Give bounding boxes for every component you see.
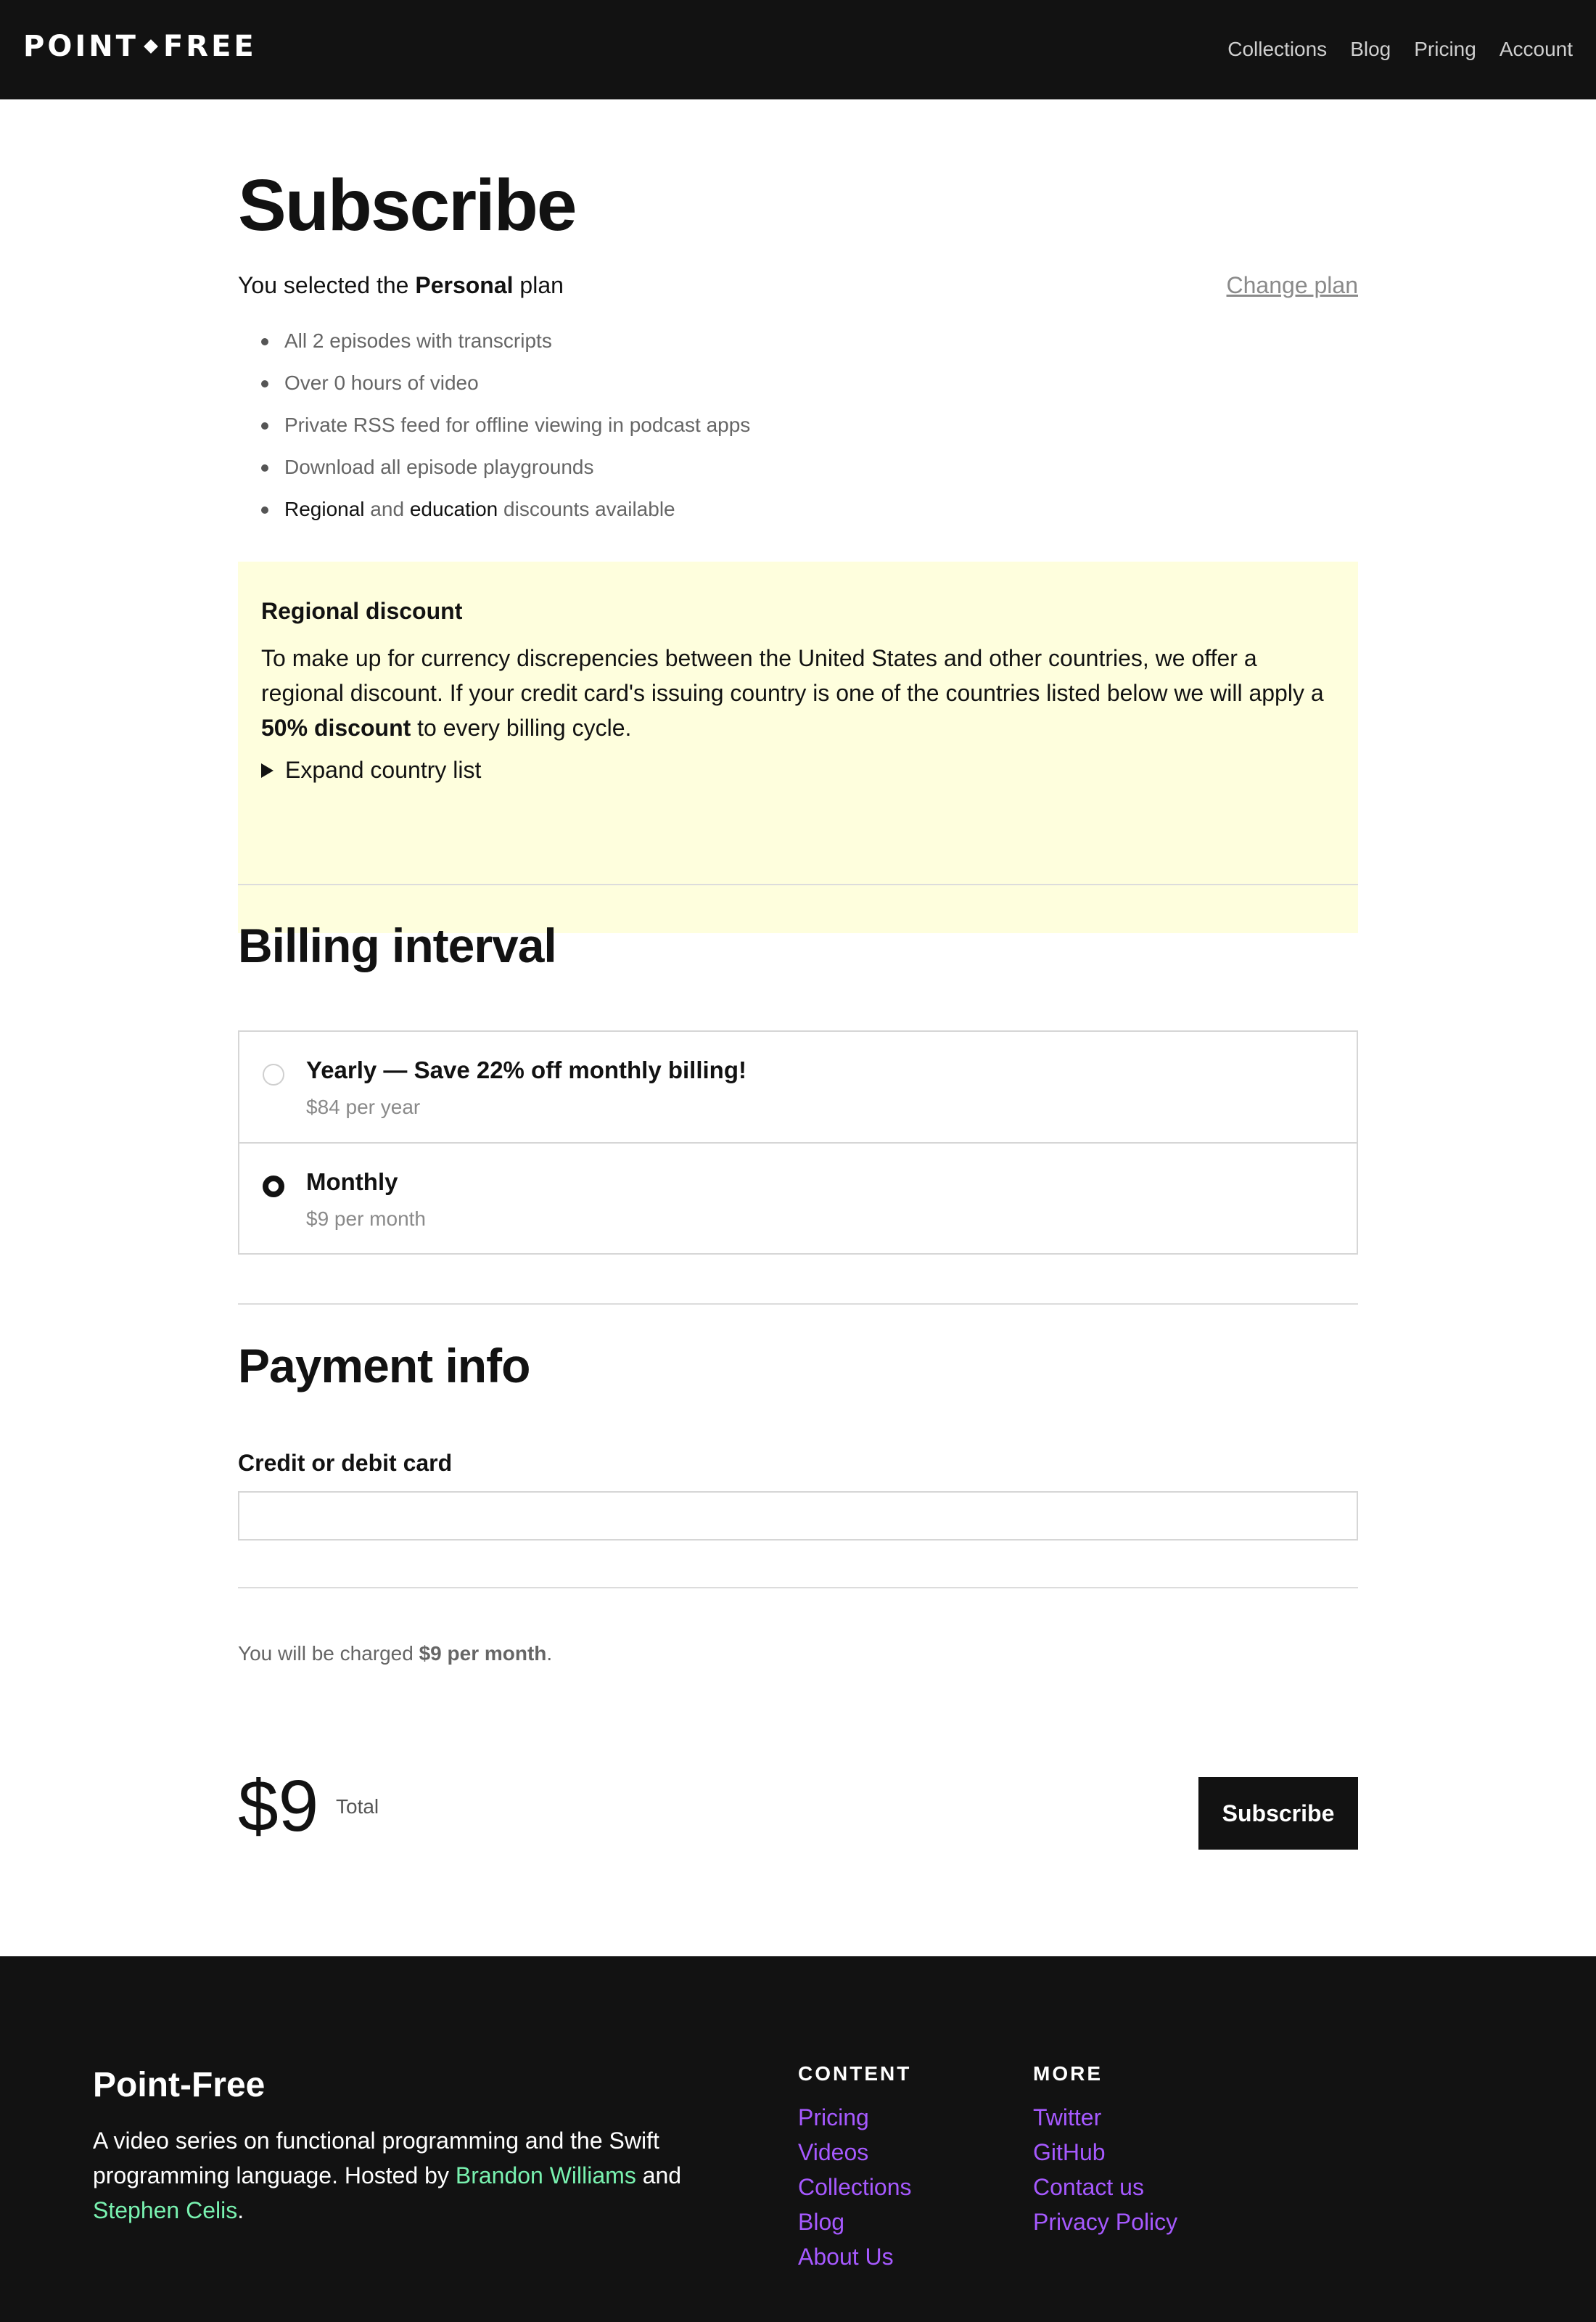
main-nav: Collections Blog Pricing Account	[1227, 38, 1573, 61]
plan-name: Personal	[415, 272, 514, 298]
divider	[238, 1303, 1358, 1305]
divider	[238, 1587, 1358, 1588]
charge-suffix: .	[546, 1642, 553, 1665]
footer-link-collections[interactable]: Collections	[798, 2170, 912, 2204]
yearly-price: $84 per year	[306, 1096, 421, 1118]
education-link[interactable]: education	[410, 498, 498, 520]
footer-content-heading: CONTENT	[798, 2062, 912, 2085]
expand-country-list-label: Expand country list	[285, 757, 482, 783]
billing-option-yearly[interactable]: Yearly — Save 22% off monthly billing! $…	[239, 1032, 1357, 1142]
disclosure-triangle-icon	[261, 763, 273, 778]
host-link-stephen[interactable]: Stephen Celis	[93, 2197, 237, 2223]
plan-suffix: plan	[513, 272, 564, 298]
radio-monthly[interactable]	[263, 1176, 284, 1197]
top-navigation-bar: POINT FREE Collections Blog Pricing Acco…	[0, 0, 1596, 99]
feature-item: Download all episode playgrounds	[238, 456, 750, 498]
footer-more-heading: MORE	[1033, 2062, 1103, 2085]
plan-prefix: You selected the	[238, 272, 416, 298]
footer-link-pricing[interactable]: Pricing	[798, 2100, 912, 2135]
feature-item: All 2 episodes with transcripts	[238, 329, 750, 372]
logo-text-right: FREE	[163, 30, 257, 63]
card-field-label: Credit or debit card	[238, 1450, 453, 1476]
footer-more-column: MORE Twitter GitHub Contact us Privacy P…	[1033, 2062, 1177, 2239]
billing-option-monthly[interactable]: Monthly $9 per month	[239, 1142, 1357, 1252]
subscribe-button[interactable]: Subscribe	[1198, 1777, 1358, 1850]
payment-info-heading: Payment info	[238, 1339, 530, 1392]
regional-discount-heading: Regional discount	[261, 598, 463, 624]
feature-item: Private RSS feed for offline viewing in …	[238, 414, 750, 456]
footer-link-twitter[interactable]: Twitter	[1033, 2100, 1177, 2135]
selected-plan-text: You selected the Personal plan	[238, 272, 564, 299]
footer-description: A video series on functional programming…	[93, 2123, 717, 2228]
regional-link[interactable]: Regional	[284, 498, 365, 520]
logo-text-left: POINT	[23, 30, 139, 63]
plan-features-list: All 2 episodes with transcripts Over 0 h…	[238, 329, 750, 540]
expand-country-list[interactable]: Expand country list	[261, 757, 1335, 784]
discount-text-after: to every billing cycle.	[411, 715, 632, 741]
charge-summary: You will be charged $9 per month.	[238, 1642, 552, 1665]
divider	[238, 884, 1358, 885]
footer-content-column: CONTENT Pricing Videos Collections Blog …	[798, 2062, 912, 2274]
and-text: and	[364, 498, 410, 520]
discount-amount: 50% discount	[261, 715, 411, 741]
total-label: Total	[336, 1795, 379, 1818]
yearly-title: Yearly — Save 22% off monthly billing!	[306, 1057, 746, 1083]
footer-link-privacy-policy[interactable]: Privacy Policy	[1033, 2204, 1177, 2239]
nav-account[interactable]: Account	[1500, 38, 1573, 61]
footer-brand: Point-Free	[93, 2066, 266, 2104]
nav-collections[interactable]: Collections	[1227, 38, 1327, 61]
card-input-field[interactable]	[238, 1491, 1358, 1541]
regional-discount-box: Regional discount To make up for currenc…	[238, 562, 1358, 933]
billing-interval-options: Yearly — Save 22% off monthly billing! $…	[238, 1030, 1358, 1255]
change-plan-link[interactable]: Change plan	[1227, 272, 1358, 299]
site-footer: Point-Free A video series on functional …	[0, 1956, 1596, 2322]
billing-interval-heading: Billing interval	[238, 919, 557, 972]
footer-link-github[interactable]: GitHub	[1033, 2135, 1177, 2170]
monthly-price: $9 per month	[306, 1207, 426, 1230]
feature-item: Over 0 hours of video	[238, 372, 750, 414]
regional-discount-text: To make up for currency discrepencies be…	[261, 641, 1335, 745]
monthly-title: Monthly	[306, 1168, 398, 1195]
radio-yearly[interactable]	[263, 1064, 284, 1086]
charge-prefix: You will be charged	[238, 1642, 419, 1665]
point-free-logo[interactable]: POINT FREE	[23, 30, 257, 63]
footer-link-about-us[interactable]: About Us	[798, 2239, 912, 2274]
total-amount: $9	[238, 1765, 319, 1847]
feature-item-discounts: Regional and education discounts availab…	[238, 498, 750, 540]
footer-and-text: and	[635, 2162, 682, 2188]
nav-blog[interactable]: Blog	[1350, 38, 1391, 61]
discounts-text: discounts available	[498, 498, 675, 520]
logo-diamond-icon	[144, 39, 158, 54]
footer-period: .	[237, 2197, 244, 2223]
footer-link-blog[interactable]: Blog	[798, 2204, 912, 2239]
charge-amount: $9 per month	[419, 1642, 547, 1665]
host-link-brandon[interactable]: Brandon Williams	[456, 2162, 636, 2188]
nav-pricing[interactable]: Pricing	[1414, 38, 1476, 61]
discount-text-before: To make up for currency discrepencies be…	[261, 645, 1324, 706]
footer-link-contact-us[interactable]: Contact us	[1033, 2170, 1177, 2204]
footer-link-videos[interactable]: Videos	[798, 2135, 912, 2170]
page-title: Subscribe	[238, 165, 577, 246]
